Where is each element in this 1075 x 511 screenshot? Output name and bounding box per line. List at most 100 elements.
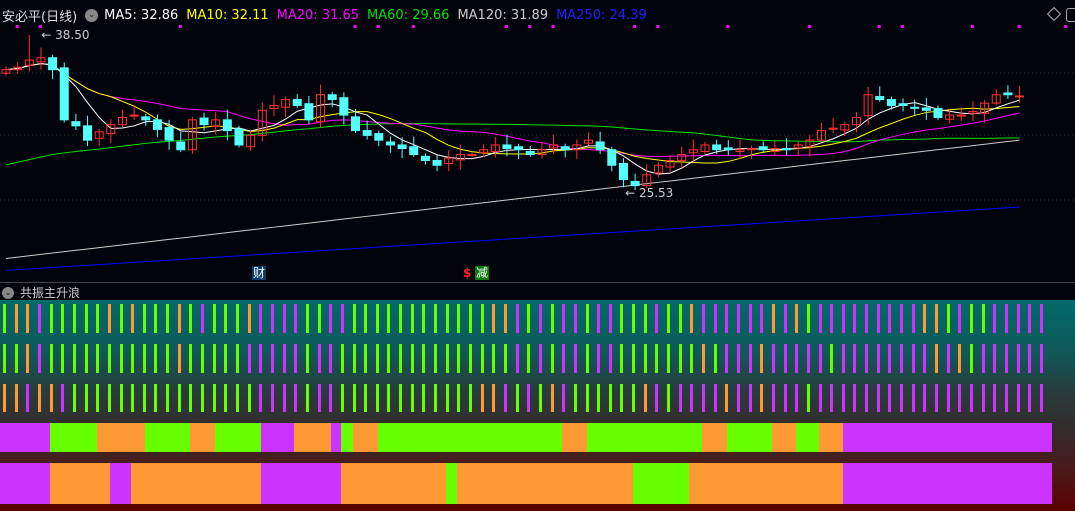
signal-stripe <box>830 384 834 412</box>
indicator-panel[interactable] <box>0 300 1075 511</box>
candle-down <box>71 121 81 127</box>
signal-stripe <box>748 344 752 373</box>
event-marker-reduce[interactable]: 减 <box>475 266 490 280</box>
signal-stripe <box>329 384 333 412</box>
signal-stripe <box>643 344 647 373</box>
signal-stripe <box>329 344 333 373</box>
signal-stripe <box>61 344 65 373</box>
signal-stripe <box>632 384 636 412</box>
candle-down <box>758 146 768 151</box>
signal-stripe <box>61 304 65 333</box>
signal-stripe <box>107 384 111 412</box>
candle-up <box>467 154 477 156</box>
trend-segment <box>261 423 294 452</box>
signal-stripe <box>131 344 135 373</box>
signal-stripe <box>1028 344 1032 373</box>
signal-stripe <box>667 344 671 373</box>
signal-stripe <box>26 384 30 412</box>
signal-stripe <box>585 384 589 412</box>
signal-stripe <box>748 304 752 333</box>
signal-stripe <box>632 304 636 333</box>
signal-stripe <box>201 304 205 333</box>
signal-stripe <box>515 384 519 412</box>
candle-down <box>782 148 792 151</box>
signal-stripe <box>736 344 740 373</box>
signal-stripe <box>841 384 845 412</box>
signal-stripe <box>841 344 845 373</box>
event-marker-finance[interactable]: 财 <box>252 266 267 280</box>
candle-down <box>351 116 360 132</box>
signal-stripe <box>760 384 764 412</box>
signal-stripe <box>434 384 438 412</box>
candle-up <box>129 114 139 117</box>
signal-stripe <box>597 304 601 333</box>
signal-stripe <box>888 304 892 333</box>
signal-stripe <box>72 304 76 333</box>
candle-down <box>176 141 186 151</box>
trend-segment <box>50 463 110 504</box>
signal-stripe <box>969 344 973 373</box>
trend-segment <box>294 423 331 452</box>
signal-stripe <box>270 344 274 373</box>
signal-stripe <box>212 304 216 333</box>
signal-stripe <box>900 344 904 373</box>
signal-stripe <box>818 304 822 333</box>
signal-stripe <box>562 344 566 373</box>
signal-stripe <box>538 344 542 373</box>
signal-stripe <box>282 304 286 333</box>
trend-segment <box>261 463 341 504</box>
chevron-down-icon[interactable]: ⌄ <box>85 9 99 22</box>
signal-stripe <box>1004 304 1008 333</box>
signal-marker <box>178 25 182 28</box>
signal-stripe <box>37 304 41 333</box>
signal-stripe <box>410 304 414 333</box>
signal-stripe <box>865 344 869 373</box>
signal-stripe <box>1016 384 1020 412</box>
signal-stripe <box>760 304 764 333</box>
trend-segment <box>587 423 702 452</box>
signal-stripe <box>795 344 799 373</box>
signal-stripe <box>492 384 496 412</box>
signal-stripe <box>935 344 938 373</box>
ma10-label: MA10: 32.11 <box>186 8 269 23</box>
signal-stripe <box>3 384 6 412</box>
kline-chart[interactable]: ← 38.50 ← 25.53 <box>0 0 1075 282</box>
event-marker-dollar[interactable]: $ <box>462 266 472 280</box>
signal-stripe <box>702 304 705 333</box>
signal-marker <box>726 25 730 28</box>
signal-stripe <box>632 344 636 373</box>
signal-stripe <box>562 384 566 412</box>
signal-stripe <box>1028 384 1032 412</box>
signal-stripe <box>911 304 915 333</box>
signal-stripe <box>26 344 30 373</box>
signal-stripe <box>667 384 671 412</box>
signal-marker <box>901 25 905 28</box>
kline-chart-panel[interactable]: ← 38.50 ← 25.53 安必平(日线) ⌄ MA5: 32.86 MA10… <box>0 0 1075 282</box>
signal-stripe <box>771 304 775 333</box>
signal-stripe <box>84 344 88 373</box>
candle-down <box>502 144 512 150</box>
signal-stripe <box>620 384 624 412</box>
signal-stripe <box>655 344 659 373</box>
panel-toggle-icon[interactable] <box>1066 8 1075 22</box>
signal-stripe <box>946 384 950 412</box>
signal-stripe <box>853 384 857 412</box>
signal-stripe <box>189 344 193 373</box>
signal-stripe <box>597 384 601 412</box>
signal-stripe <box>305 304 309 333</box>
signal-stripe <box>783 344 787 373</box>
signal-stripe <box>608 344 612 373</box>
signal-stripe <box>107 344 111 373</box>
signal-stripe <box>224 384 228 412</box>
signal-stripe <box>119 344 123 373</box>
ma10-line <box>5 63 1020 164</box>
ma250-line <box>5 206 1020 271</box>
signal-stripe <box>946 344 950 373</box>
signal-stripe <box>690 344 694 373</box>
chevron-down-icon[interactable]: ⌄ <box>2 286 14 299</box>
panel-divider[interactable] <box>0 282 1075 283</box>
signal-stripe <box>981 344 985 373</box>
signal-stripe <box>166 384 170 412</box>
signal-stripe <box>422 344 426 373</box>
signal-marker <box>1064 25 1068 28</box>
